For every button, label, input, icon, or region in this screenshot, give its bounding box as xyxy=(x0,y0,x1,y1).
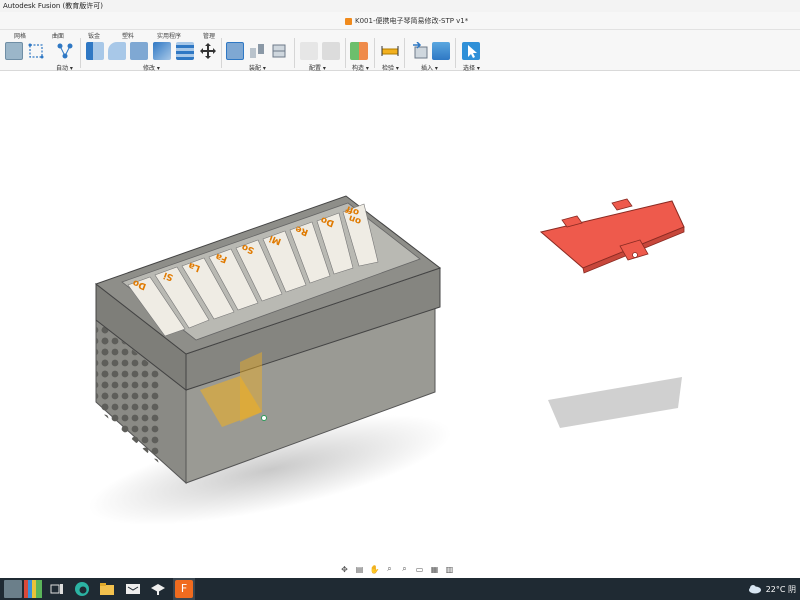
chamfer-icon[interactable] xyxy=(130,42,148,60)
mesh-tool-icon[interactable] xyxy=(5,42,23,60)
offset-plane-icon[interactable] xyxy=(350,42,368,60)
group-configure[interactable]: 配置 ▾ xyxy=(309,63,326,72)
pan-icon[interactable]: ✋ xyxy=(368,564,381,575)
group-select[interactable]: 选择 ▾ xyxy=(463,63,480,72)
tab-surface[interactable]: 曲面 xyxy=(52,31,64,40)
viewports-icon[interactable]: ▥ xyxy=(443,564,456,575)
fusion-app-window: Autodesk Fusion (教育版许可) K001-便携电子琴简易修改-S… xyxy=(0,0,800,600)
grid-icon[interactable]: ▦ xyxy=(428,564,441,575)
display-icon[interactable]: ▭ xyxy=(413,564,426,575)
toolbar-separator xyxy=(294,38,295,68)
model-canvas: Do Si La Fa So Mi Re Do off on xyxy=(88,195,685,525)
books-widget-icon[interactable] xyxy=(24,580,42,598)
title-bar: Autodesk Fusion (教育版许可) xyxy=(0,0,800,12)
toolbar-separator xyxy=(374,38,375,68)
orbit-icon[interactable]: ✥ xyxy=(338,564,351,575)
file-explorer-icon[interactable] xyxy=(98,580,116,598)
edge-icon[interactable] xyxy=(73,580,91,598)
split-body-icon[interactable] xyxy=(176,42,194,60)
document-tab-row: K001-便携电子琴简易修改-STP v1* xyxy=(0,12,800,30)
tab-manage[interactable]: 管理 xyxy=(203,31,215,40)
toolbar-separator xyxy=(345,38,346,68)
mail-icon[interactable] xyxy=(149,580,167,598)
origin-plane-gizmo-vertical xyxy=(240,352,262,422)
group-inspect[interactable]: 检验 ▾ xyxy=(382,63,399,72)
document-tab[interactable]: K001-便携电子琴简易修改-STP v1* xyxy=(345,15,468,27)
toolbar-separator xyxy=(221,38,222,68)
cover-shadow xyxy=(548,377,682,428)
system-tray: 22°C 阴 xyxy=(748,581,796,597)
weather-text[interactable]: 22°C 阴 xyxy=(766,584,796,595)
tab-sheet-metal[interactable]: 钣金 xyxy=(88,31,100,40)
tab-utilities[interactable]: 实用程序 xyxy=(157,31,181,40)
toolbar-separator xyxy=(455,38,456,68)
3d-viewport[interactable]: Do Si La Fa So Mi Re Do off on xyxy=(0,72,800,578)
toolbar-separator xyxy=(80,38,81,68)
ribbon-toolbar: 网格 曲面 钣金 塑料 实用程序 管理 自动 ▾ 修改 ▾ 装配 ▾ 配置 ▾ … xyxy=(0,30,800,72)
battery-cover-part[interactable] xyxy=(539,198,685,274)
app-title: Autodesk Fusion (教育版许可) xyxy=(3,2,104,10)
press-pull-icon[interactable] xyxy=(86,42,104,60)
insert-canvas-icon[interactable] xyxy=(432,42,450,60)
fillet-icon[interactable] xyxy=(108,42,126,60)
group-insert[interactable]: 插入 ▾ xyxy=(421,63,438,72)
look-icon[interactable]: ▤ xyxy=(353,564,366,575)
joint-icon[interactable] xyxy=(248,42,266,60)
component-cube-icon xyxy=(345,17,352,25)
group-construct[interactable]: 构造 ▾ xyxy=(352,63,369,72)
automate-icon[interactable] xyxy=(56,42,74,60)
tab-plastic[interactable]: 塑料 xyxy=(122,31,134,40)
toolbar-separator xyxy=(404,38,405,68)
origin-point[interactable] xyxy=(261,415,267,421)
move-copy-icon[interactable] xyxy=(199,42,217,60)
document-name: K001-便携电子琴简易修改-STP v1* xyxy=(355,17,469,25)
user-avatar[interactable] xyxy=(4,580,22,598)
fit-icon[interactable]: ⌕ xyxy=(398,564,411,575)
configure-icon[interactable] xyxy=(300,42,318,60)
table-icon[interactable] xyxy=(322,42,340,60)
select-box-icon[interactable] xyxy=(27,42,45,60)
group-assemble[interactable]: 装配 ▾ xyxy=(249,63,266,72)
education-icon[interactable] xyxy=(124,580,142,598)
measure-icon[interactable] xyxy=(381,42,399,60)
fusion-icon[interactable]: F xyxy=(175,580,193,598)
insert-derive-icon[interactable] xyxy=(411,41,429,60)
group-modify[interactable]: 修改 ▾ xyxy=(143,63,160,72)
select-tool-icon[interactable] xyxy=(462,42,480,60)
cloud-icon xyxy=(748,585,761,594)
new-component-icon[interactable] xyxy=(226,42,244,60)
navigation-bar: ✥ ▤ ✋ ⌕ ⌕ ▭ ▦ ▥ xyxy=(338,562,462,576)
group-automate[interactable]: 自动 ▾ xyxy=(56,63,73,72)
windows-taskbar: F 22°C 阴 xyxy=(0,578,800,600)
zoom-icon[interactable]: ⌕ xyxy=(383,564,396,575)
task-view-icon[interactable] xyxy=(48,580,66,598)
shell-icon[interactable] xyxy=(153,42,171,60)
rigid-group-icon[interactable] xyxy=(270,42,288,60)
tab-mesh[interactable]: 网格 xyxy=(14,31,26,40)
